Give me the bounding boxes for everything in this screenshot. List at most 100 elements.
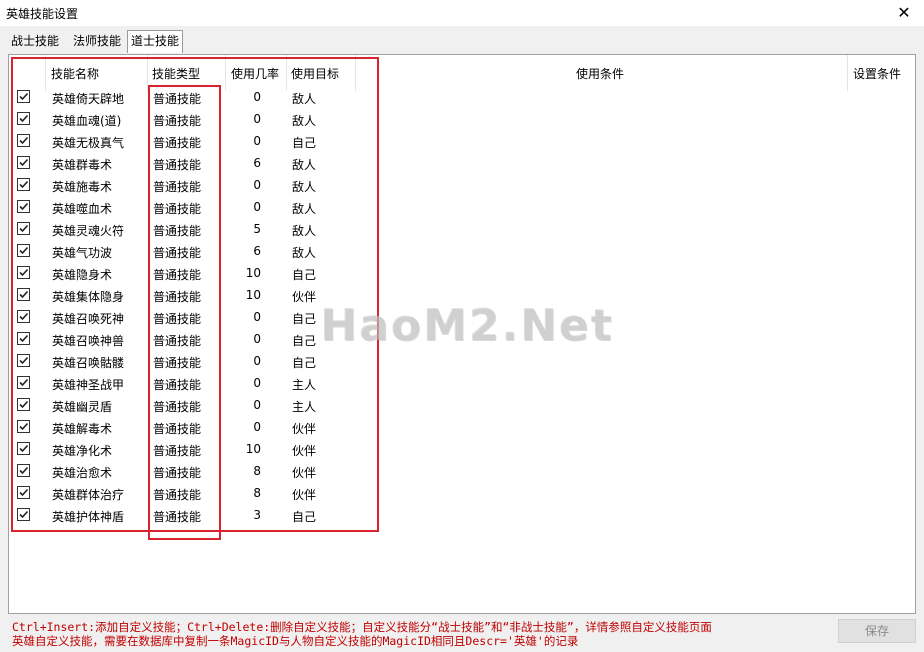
use-target-cell: 自己 — [292, 510, 317, 524]
skill-type-cell: 普通技能 — [153, 246, 202, 260]
checkmark-icon — [19, 136, 29, 145]
table-row[interactable]: 英雄无极真气 普通技能 0 自己 — [9, 131, 915, 153]
skill-type-cell: 普通技能 — [153, 202, 202, 216]
use-target-cell: 自己 — [292, 268, 317, 282]
checkmark-icon — [19, 444, 29, 453]
skill-type-cell: 普通技能 — [153, 312, 202, 326]
use-target-cell: 自己 — [292, 334, 317, 348]
table-row[interactable]: 英雄气功波 普通技能 6 敌人 — [9, 241, 915, 263]
table-row[interactable]: 英雄血魂(道) 普通技能 0 敌人 — [9, 109, 915, 131]
use-rate-cell: 0 — [253, 354, 261, 368]
skill-enabled-checkbox[interactable] — [17, 288, 30, 301]
use-target-cell: 敌人 — [292, 180, 317, 194]
column-divider[interactable] — [45, 55, 46, 91]
header-use-target[interactable]: 使用目标 — [291, 65, 339, 82]
table-row[interactable]: 英雄治愈术 普通技能 8 伙伴 — [9, 461, 915, 483]
header-use-condition[interactable]: 使用条件 — [576, 65, 624, 82]
skill-enabled-checkbox[interactable] — [17, 464, 30, 477]
skill-enabled-checkbox[interactable] — [17, 112, 30, 125]
table-row[interactable]: 英雄施毒术 普通技能 0 敌人 — [9, 175, 915, 197]
checkmark-icon — [19, 180, 29, 189]
hint-line-2: 英雄自定义技能，需要在数据库中复制一条MagicID与人物自定义技能的Magic… — [12, 634, 579, 648]
checkmark-icon — [19, 92, 29, 101]
skill-name-cell: 英雄灵魂火符 — [52, 224, 125, 238]
tab-mage-skills[interactable]: 法师技能 — [70, 31, 124, 51]
skill-enabled-checkbox[interactable] — [17, 200, 30, 213]
table-row[interactable]: 英雄净化术 普通技能 10 伙伴 — [9, 439, 915, 461]
skill-name-cell: 英雄群体治疗 — [52, 488, 125, 502]
skill-enabled-checkbox[interactable] — [17, 354, 30, 367]
save-button[interactable]: 保存 — [838, 619, 916, 643]
close-icon[interactable]: ✕ — [894, 3, 914, 23]
use-target-cell: 伙伴 — [292, 488, 317, 502]
skill-enabled-checkbox[interactable] — [17, 244, 30, 257]
skill-type-cell: 普通技能 — [153, 466, 202, 480]
checkmark-icon — [19, 114, 29, 123]
skill-enabled-checkbox[interactable] — [17, 376, 30, 389]
table-row[interactable]: 英雄解毒术 普通技能 0 伙伴 — [9, 417, 915, 439]
skill-name-cell: 英雄幽灵盾 — [52, 400, 113, 414]
skill-name-cell: 英雄神圣战甲 — [52, 378, 125, 392]
table-row[interactable]: 英雄幽灵盾 普通技能 0 主人 — [9, 395, 915, 417]
skill-enabled-checkbox[interactable] — [17, 442, 30, 455]
table-row[interactable]: 英雄神圣战甲 普通技能 0 主人 — [9, 373, 915, 395]
table-row[interactable]: 英雄噬血术 普通技能 0 敌人 — [9, 197, 915, 219]
use-rate-cell: 10 — [245, 288, 261, 302]
use-rate-cell: 0 — [253, 200, 261, 214]
skill-enabled-checkbox[interactable] — [17, 310, 30, 323]
skill-enabled-checkbox[interactable] — [17, 156, 30, 169]
table-row[interactable]: 英雄护体神盾 普通技能 3 自己 — [9, 505, 915, 527]
skill-enabled-checkbox[interactable] — [17, 178, 30, 191]
checkmark-icon — [19, 202, 29, 211]
use-rate-cell: 5 — [253, 222, 261, 236]
skill-enabled-checkbox[interactable] — [17, 508, 30, 521]
column-divider[interactable] — [225, 55, 226, 91]
table-row[interactable]: 英雄召唤骷髅 普通技能 0 自己 — [9, 351, 915, 373]
column-divider[interactable] — [286, 55, 287, 91]
table-row[interactable]: 英雄群体治疗 普通技能 8 伙伴 — [9, 483, 915, 505]
column-divider[interactable] — [355, 55, 356, 91]
table-row[interactable]: 英雄倚天辟地 普通技能 0 敌人 — [9, 87, 915, 109]
skill-type-cell: 普通技能 — [153, 400, 202, 414]
skill-enabled-checkbox[interactable] — [17, 420, 30, 433]
skill-name-cell: 英雄血魂(道) — [52, 114, 122, 128]
use-rate-cell: 0 — [253, 332, 261, 346]
skill-name-cell: 英雄召唤死神 — [52, 312, 125, 326]
skill-name-cell: 英雄噬血术 — [52, 202, 113, 216]
skill-enabled-checkbox[interactable] — [17, 222, 30, 235]
use-target-cell: 敌人 — [292, 158, 317, 172]
header-set-condition[interactable]: 设置条件 — [853, 65, 901, 82]
use-target-cell: 自己 — [292, 312, 317, 326]
header-skill-type[interactable]: 技能类型 — [152, 65, 200, 82]
use-target-cell: 伙伴 — [292, 466, 317, 480]
skill-enabled-checkbox[interactable] — [17, 266, 30, 279]
column-divider[interactable] — [147, 55, 148, 91]
skill-type-cell: 普通技能 — [153, 444, 202, 458]
table-row[interactable]: 英雄群毒术 普通技能 6 敌人 — [9, 153, 915, 175]
header-use-rate[interactable]: 使用几率 — [231, 65, 279, 82]
skill-type-cell: 普通技能 — [153, 268, 202, 282]
skill-enabled-checkbox[interactable] — [17, 90, 30, 103]
checkmark-icon — [19, 510, 29, 519]
skill-name-cell: 英雄治愈术 — [52, 466, 113, 480]
skill-name-cell: 英雄集体隐身 — [52, 290, 125, 304]
skill-enabled-checkbox[interactable] — [17, 134, 30, 147]
skill-enabled-checkbox[interactable] — [17, 398, 30, 411]
use-target-cell: 敌人 — [292, 202, 317, 216]
tab-warrior-skills[interactable]: 战士技能 — [8, 31, 62, 51]
table-row[interactable]: 英雄灵魂火符 普通技能 5 敌人 — [9, 219, 915, 241]
tab-taoist-skills[interactable]: 道士技能 — [127, 30, 184, 53]
checkmark-icon — [19, 488, 29, 497]
skill-type-cell: 普通技能 — [153, 158, 202, 172]
use-rate-cell: 6 — [253, 244, 261, 258]
table-row[interactable]: 英雄隐身术 普通技能 10 自己 — [9, 263, 915, 285]
header-skill-name[interactable]: 技能名称 — [51, 65, 99, 82]
use-target-cell: 敌人 — [292, 224, 317, 238]
skill-enabled-checkbox[interactable] — [17, 486, 30, 499]
skill-name-cell: 英雄施毒术 — [52, 180, 113, 194]
checkmark-icon — [19, 378, 29, 387]
skill-name-cell: 英雄隐身术 — [52, 268, 113, 282]
column-divider[interactable] — [847, 55, 848, 91]
skill-enabled-checkbox[interactable] — [17, 332, 30, 345]
use-target-cell: 敌人 — [292, 92, 317, 106]
